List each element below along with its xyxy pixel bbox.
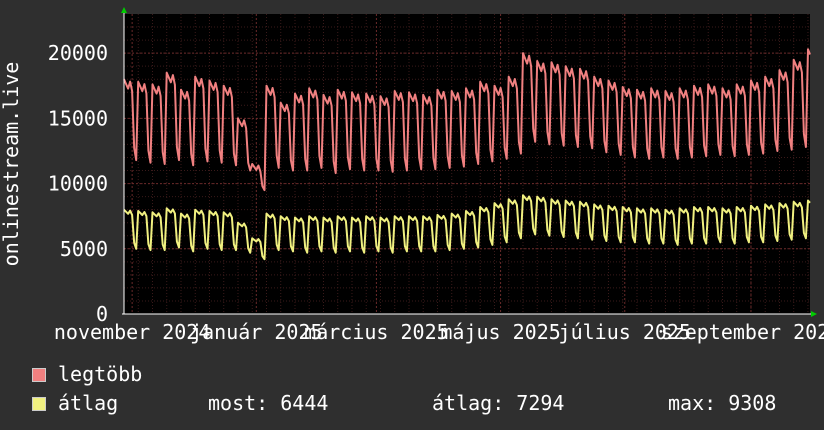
y-axis-arrow (121, 7, 127, 13)
x-tick-label: szeptember 2025 (661, 320, 824, 344)
stat-max: max: 9308 (668, 391, 777, 415)
x-tick-label: május 2025 (440, 320, 560, 344)
y-tick-label: 15000 (48, 106, 108, 130)
legend-swatch-atlag (32, 396, 46, 411)
y-tick-labels: 05000100001500020000 (48, 41, 108, 326)
stat-atlag: átlag: 7294 (432, 391, 565, 415)
x-tick-label: március 2025 (304, 320, 449, 344)
y-tick-label: 10000 (48, 172, 108, 196)
legend-label-legtobb: legtöbb (58, 362, 143, 386)
x-axis-arrow (811, 311, 817, 317)
y-tick-label: 20000 (48, 41, 108, 65)
legend-row-legtobb: legtöbb (32, 360, 812, 389)
y-tick-label: 5000 (60, 237, 108, 261)
legend: legtöbb átlag most: 6444 átlag: 7294 max… (32, 360, 812, 418)
chart-stage: 0 5000 10000 15000 20000 november 2024 január… (0, 0, 824, 430)
plot-background (124, 14, 810, 314)
x-tick-label: január 2025 (190, 320, 322, 344)
x-tick-labels: november 2024január 2025március 2025máju… (54, 320, 824, 344)
legend-swatch-legtobb (32, 367, 46, 382)
legend-label-atlag: átlag (58, 391, 119, 415)
stat-most: most: 6444 (208, 391, 329, 415)
x-tick-label: november 2024 (54, 320, 211, 344)
y-axis-title: onlinestream.live (0, 62, 23, 267)
legend-row-atlag: átlag most: 6444 átlag: 7294 max: 9308 (32, 389, 812, 418)
line-chart: 05000100001500020000 november 2024január… (0, 7, 824, 344)
